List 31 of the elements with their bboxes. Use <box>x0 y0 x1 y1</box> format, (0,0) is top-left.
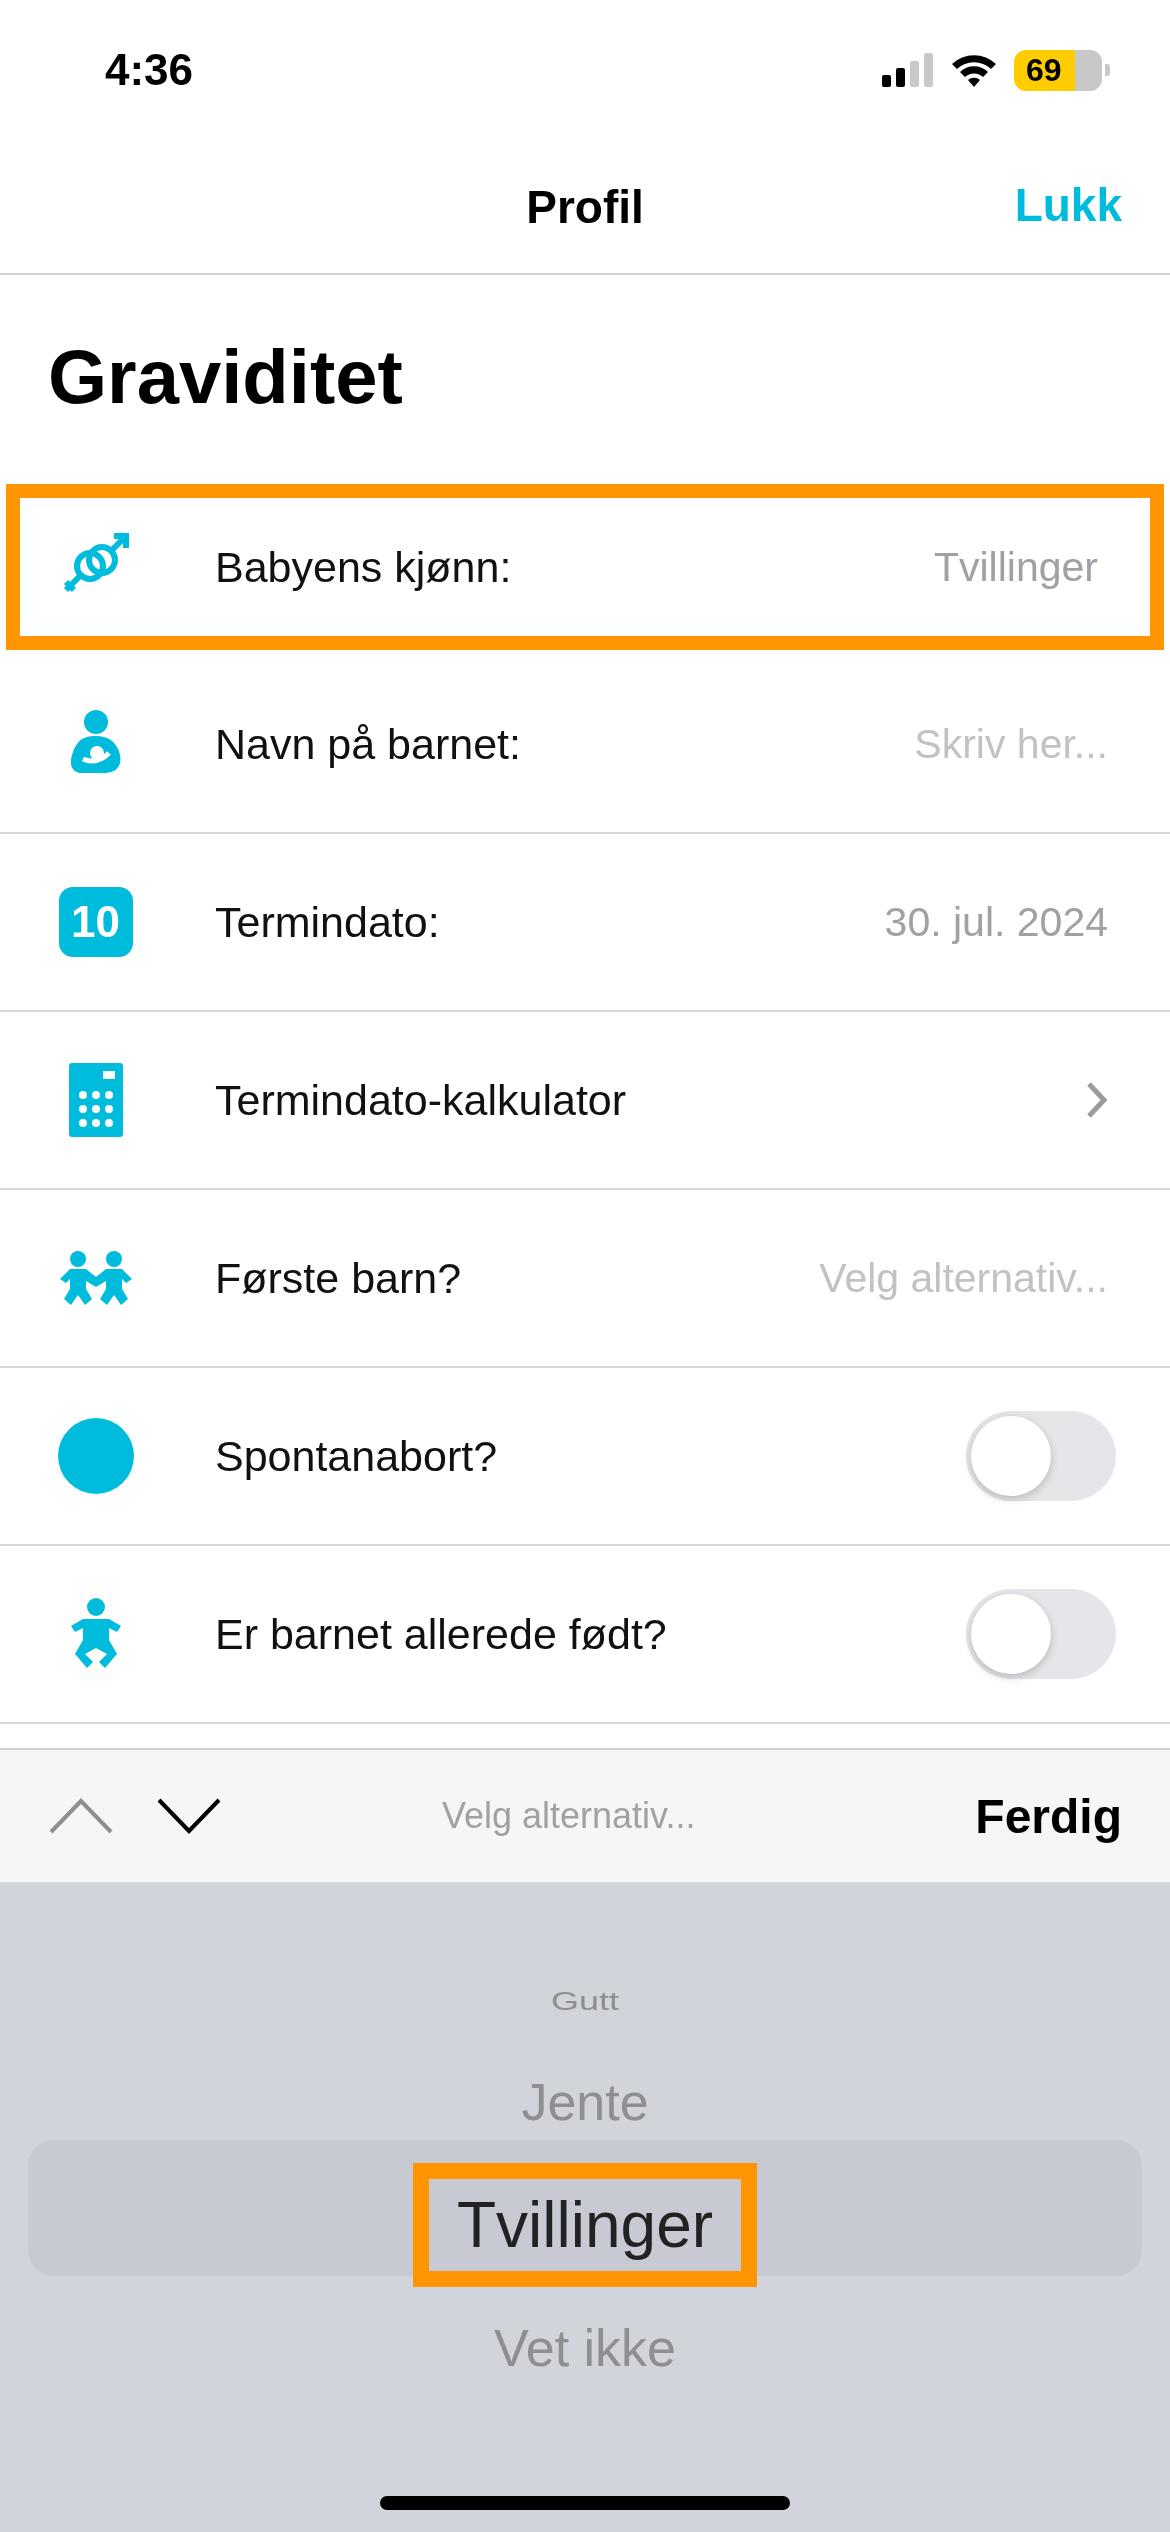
row-value: Tvillinger <box>933 543 1098 591</box>
list-row[interactable]: Navn på barnet: Skriv her... <box>0 656 1170 834</box>
done-button[interactable]: Ferdig <box>975 1788 1122 1844</box>
row-label: Termindato: <box>215 897 441 947</box>
row-label: Er barnet allerede født? <box>215 1609 668 1659</box>
baby-icon <box>68 1598 123 1670</box>
chevron-right-icon <box>1086 1081 1108 1119</box>
row-placeholder: Skriv her... <box>914 720 1108 768</box>
signal-icon <box>882 53 934 87</box>
row-label: Første barn? <box>215 1253 463 1303</box>
circle-icon <box>57 1418 134 1494</box>
row-placeholder: Velg alternativ... <box>819 1254 1108 1302</box>
row-label: Spontanabort? <box>215 1431 499 1481</box>
list-row[interactable]: Er barnet allerede født? <box>0 1546 1170 1724</box>
calculator-icon <box>68 1063 123 1137</box>
row-label: Navn på barnet: <box>215 719 522 769</box>
picker-option[interactable]: Tvillinger <box>456 2186 714 2264</box>
list-row[interactable]: 10 Termindato: 30. jul. 2024 <box>0 834 1170 1012</box>
screen-title: Profil <box>526 179 644 234</box>
calendar-icon: 10 <box>58 887 133 957</box>
highlighted-list-row[interactable]: Babyens kjønn: Tvillinger <box>0 478 1170 656</box>
row-label: Babyens kjønn: <box>215 542 513 592</box>
picker-prompt: Velg alternativ... <box>440 1795 697 1837</box>
row-label: Termindato-kalkulator <box>215 1075 628 1125</box>
row-value: 30. jul. 2024 <box>884 898 1108 946</box>
wifi-icon <box>950 52 998 88</box>
list-row[interactable]: Termindato-kalkulator <box>0 1012 1170 1190</box>
list-row[interactable]: Spontanabort? <box>0 1368 1170 1546</box>
status-time: 4:36 <box>105 45 194 95</box>
section-heading: Graviditet <box>48 333 403 420</box>
list-row[interactable]: Første barn? Velg alternativ... <box>0 1190 1170 1368</box>
